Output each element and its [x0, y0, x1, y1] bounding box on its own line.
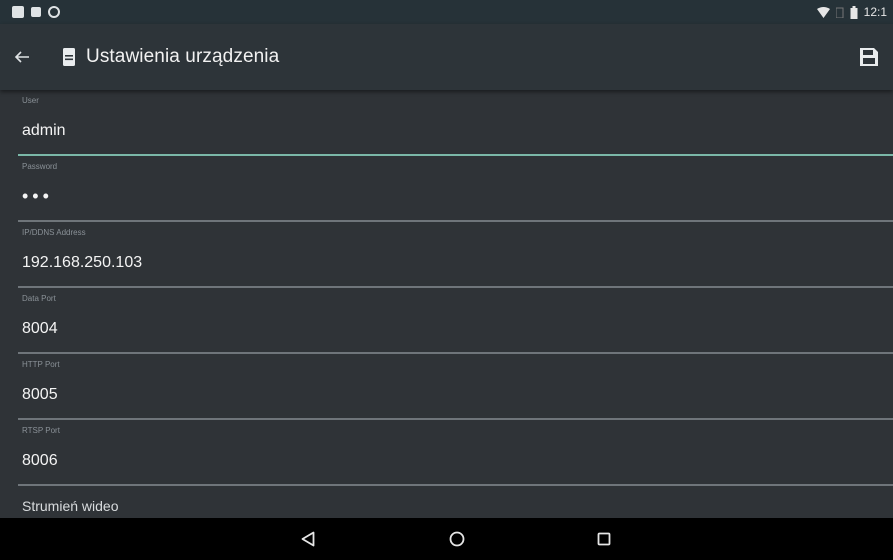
back-triangle-icon: [301, 531, 315, 547]
rtsp-port-label: RTSP Port: [22, 426, 60, 435]
gallery-icon: [12, 6, 24, 18]
status-system: 12:1: [816, 5, 887, 19]
address-label: IP/DDNS Address: [22, 228, 86, 237]
nav-home-button[interactable]: [445, 527, 469, 551]
recents-square-icon: [597, 532, 611, 546]
device-icon: [60, 45, 78, 69]
save-button[interactable]: [849, 35, 889, 79]
settings-form: User admin Password ••• IP/DDNS Address …: [0, 90, 893, 518]
password-field[interactable]: Password •••: [0, 156, 893, 222]
data-port-input[interactable]: 8004: [22, 320, 58, 338]
data-port-label: Data Port: [22, 294, 56, 303]
data-port-field[interactable]: Data Port 8004: [0, 288, 893, 354]
navigation-bar: [0, 518, 893, 560]
password-label: Password: [22, 162, 58, 171]
signal-icon: [835, 7, 844, 18]
user-input[interactable]: admin: [22, 122, 66, 140]
user-field[interactable]: User admin: [0, 90, 893, 156]
sync-icon: [48, 6, 60, 18]
address-input[interactable]: 192.168.250.103: [22, 254, 142, 272]
video-stream-section[interactable]: Strumień wideo: [0, 486, 893, 518]
video-stream-label: Strumień wideo: [22, 498, 119, 514]
wifi-icon: [816, 6, 830, 18]
battery-icon: [850, 5, 858, 19]
address-field[interactable]: IP/DDNS Address 192.168.250.103: [0, 222, 893, 288]
notification-icon: [31, 7, 41, 17]
rtsp-port-input[interactable]: 8006: [22, 452, 58, 470]
page-title: Ustawienia urządzenia: [86, 46, 280, 67]
http-port-field[interactable]: HTTP Port 8005: [0, 354, 893, 420]
status-time: 12:1: [863, 5, 887, 19]
status-bar: 12:1: [0, 0, 893, 24]
home-circle-icon: [449, 531, 465, 547]
user-label: User: [22, 96, 39, 105]
back-button[interactable]: [0, 24, 50, 90]
save-icon: [860, 48, 878, 66]
status-notifications: [12, 6, 60, 18]
nav-back-button[interactable]: [296, 527, 320, 551]
app-bar: Ustawienia urządzenia: [0, 24, 893, 90]
http-port-input[interactable]: 8005: [22, 386, 58, 404]
http-port-label: HTTP Port: [22, 360, 60, 369]
password-input[interactable]: •••: [22, 186, 53, 207]
arrow-back-icon: [14, 51, 29, 63]
nav-recents-button[interactable]: [592, 527, 616, 551]
rtsp-port-field[interactable]: RTSP Port 8006: [0, 420, 893, 486]
